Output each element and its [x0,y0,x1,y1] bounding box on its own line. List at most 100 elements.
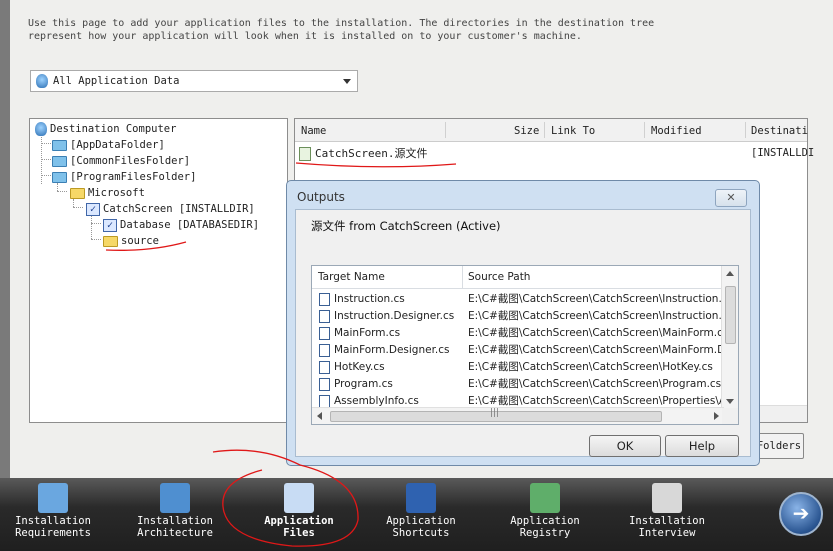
architecture-icon [160,483,190,513]
tree-node-database[interactable]: ✓ Database [DATABASEDIR] [103,217,259,233]
source-path-cell: E:\C#截图\CatchScreen\CatchScreen\Program.… [468,378,722,390]
dialog-subtitle: 源文件 from CatchScreen (Active) [311,219,501,233]
folder-icon [52,139,67,151]
column-header-source[interactable]: Source Path [468,271,530,283]
grid-horizontal-scrollbar[interactable]: ||| [312,407,724,424]
shortcuts-icon [406,483,436,513]
nav-application-shortcuts[interactable]: Application Shortcuts [368,478,474,551]
table-row[interactable]: HotKey.cs E:\C#截图\CatchScreen\CatchScreen… [312,359,724,376]
nav-installation-requirements[interactable]: Installation Requirements [0,478,106,551]
column-header-size[interactable]: Size [514,125,539,137]
file-icon [319,361,330,374]
description-line: represent how your application will look… [28,31,582,42]
computer-icon [36,74,48,88]
folder-icon [52,155,67,167]
file-icon [319,293,330,306]
grid-header: Target Name Source Path [312,266,724,289]
nav-label: Requirements [15,527,91,539]
tree-node-root[interactable]: Destination Computer [35,121,176,137]
destination-tree[interactable]: Destination Computer [AppDataFolder] [Co… [29,118,288,423]
tree-node-source[interactable]: source [103,233,159,249]
tree-node-label: source [121,235,159,247]
column-header-name[interactable]: Name [301,125,326,137]
checked-folder-icon: ✓ [86,202,100,216]
nav-label: Installation [629,515,705,527]
table-row[interactable]: Instruction.cs E:\C#截图\CatchScreen\CatchS… [312,291,724,308]
nav-label: Interview [638,527,696,539]
nav-application-files[interactable]: Application Files [246,478,352,551]
nav-label: Registry [519,527,571,539]
filter-dropdown-value: All Application Data [53,75,180,87]
scroll-left-icon[interactable] [317,412,322,420]
scroll-corner [722,408,738,424]
nav-label: Installation [137,515,213,527]
help-button[interactable]: Help [665,435,739,457]
left-strip [0,0,10,478]
file-icon [319,327,330,340]
next-button[interactable] [779,492,823,536]
column-header-target[interactable]: Target Name [318,271,385,283]
target-name-cell: Program.cs [334,378,393,390]
column-header-destination[interactable]: Destinati [751,125,808,137]
list-item[interactable]: CatchScreen.源文件 [299,145,427,161]
registry-icon [530,483,560,513]
target-name-cell: Instruction.cs [334,293,405,305]
table-row[interactable]: Instruction.Designer.cs E:\C#截图\CatchScre… [312,308,724,325]
folder-icon [52,171,67,183]
source-path-cell: E:\C#截图\CatchScreen\CatchScreen\Instruct… [468,310,722,322]
outputs-dialog: Outputs ✕ 源文件 from CatchScreen (Active) … [286,180,760,466]
folder-icon [70,187,85,199]
table-row[interactable]: MainForm.cs E:\C#截图\CatchScreen\CatchScre… [312,325,724,342]
column-header-modified[interactable]: Modified [651,125,702,137]
tree-node-label: [ProgramFilesFolder] [70,171,197,183]
checked-folder-icon: ✓ [103,218,117,232]
ok-button[interactable]: OK [589,435,661,457]
requirements-icon [38,483,68,513]
target-name-cell: MainForm.Designer.cs [334,344,450,356]
target-name-cell: Instruction.Designer.cs [334,310,455,322]
scroll-down-icon[interactable] [726,399,734,404]
tree-node-commonfiles[interactable]: [CommonFilesFolder] [52,153,190,169]
source-path-cell: E:\C#截图\CatchScreen\CatchScreen\MainForm… [468,327,722,339]
list-item-destination: [INSTALLDI [751,147,815,159]
file-icon [319,378,330,391]
nav-label: Installation [15,515,91,527]
dialog-title: Outputs [297,190,345,204]
table-row[interactable]: Program.cs E:\C#截图\CatchScreen\CatchScree… [312,376,724,393]
folders-button[interactable]: Folders [754,433,804,459]
tree-node-catchscreen[interactable]: ✓ CatchScreen [INSTALLDIR] [86,201,255,217]
filter-dropdown[interactable]: All Application Data [30,70,358,92]
tree-node-label: [CommonFilesFolder] [70,155,191,167]
scroll-right-icon[interactable] [714,412,719,420]
page-description: Use this page to add your application fi… [28,17,668,43]
files-list-header: Name Size Link To Modified Destinati [295,119,808,142]
target-name-cell: HotKey.cs [334,361,385,373]
chevron-down-icon[interactable] [343,79,351,84]
nav-application-registry[interactable]: Application Registry [492,478,598,551]
source-path-cell: E:\C#截图\CatchScreen\CatchScreen\HotKey.c… [468,361,713,373]
tree-node-programfiles[interactable]: [ProgramFilesFolder] [52,169,196,185]
outputs-grid[interactable]: Target Name Source Path Instruction.cs E:… [311,265,739,425]
source-path-cell: E:\C#截图\CatchScreen\CatchScreen\MainForm… [468,344,722,356]
tree-node-label: Microsoft [88,187,145,199]
grid-vertical-scrollbar[interactable] [721,266,738,409]
tree-node-label: Destination Computer [50,123,177,135]
close-button[interactable]: ✕ [715,189,747,207]
nav-installation-architecture[interactable]: Installation Architecture [122,478,228,551]
computer-icon [35,122,47,136]
nav-installation-interview[interactable]: Installation Interview [614,478,720,551]
column-header-link[interactable]: Link To [551,125,595,137]
tree-node-microsoft[interactable]: Microsoft [70,185,145,201]
tree-node-appdata[interactable]: [AppDataFolder] [52,137,165,153]
wizard-navbar: Installation Requirements Installation Arc… [0,478,833,551]
source-path-cell: E:\C#截图\CatchScreen\CatchScreen\Instruct… [468,293,722,305]
list-item-name: CatchScreen.源文件 [315,147,428,160]
interview-icon [652,483,682,513]
output-group-icon [299,147,311,161]
scroll-thumb[interactable] [725,286,736,344]
table-row[interactable]: MainForm.Designer.cs E:\C#截图\CatchScreen\… [312,342,724,359]
tree-node-label: CatchScreen [INSTALLDIR] [103,203,255,215]
file-icon [319,344,330,357]
target-name-cell: MainForm.cs [334,327,401,339]
scroll-up-icon[interactable] [726,271,734,276]
